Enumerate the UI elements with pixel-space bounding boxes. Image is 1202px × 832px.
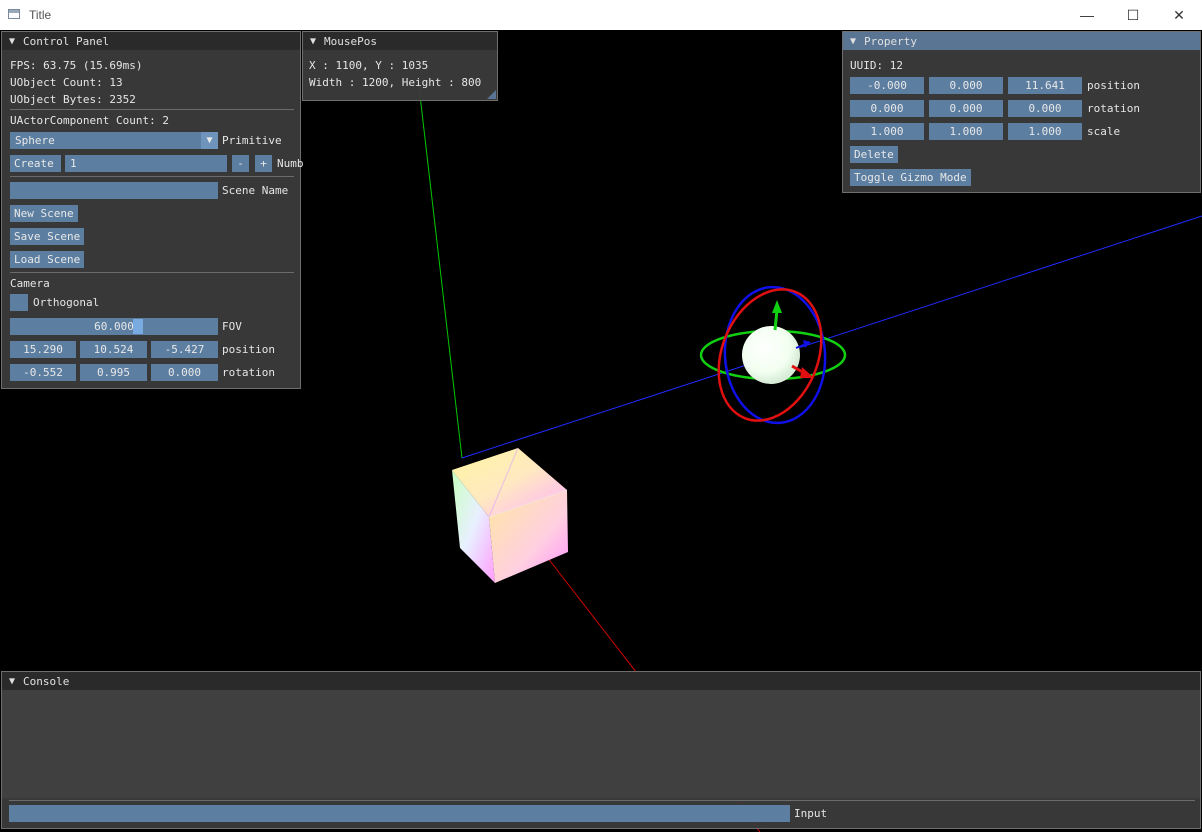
console-title: Console — [23, 674, 70, 688]
property-panel-header[interactable]: ▼ Property — [843, 32, 1200, 50]
chevron-down-icon[interactable]: ▼ — [201, 132, 218, 149]
fov-slider[interactable]: 60.000 — [10, 318, 218, 335]
fov-slider-handle[interactable] — [133, 319, 143, 334]
load-scene-button[interactable]: Load Scene — [10, 251, 85, 268]
resize-grip-icon[interactable] — [487, 90, 496, 99]
mousepos-title: MousePos — [324, 34, 378, 48]
number-input[interactable]: 1 — [65, 155, 227, 172]
camera-position-x[interactable]: 15.290 — [10, 341, 76, 358]
orthogonal-checkbox[interactable] — [10, 294, 28, 311]
primitive-select-value: Sphere — [15, 134, 55, 147]
camera-rotation-z[interactable]: 0.000 — [151, 364, 218, 381]
close-button[interactable]: ✕ — [1156, 0, 1202, 30]
uactor-component-count-text: UActorComponent Count: 2 — [10, 114, 169, 127]
scene-name-input[interactable] — [10, 182, 218, 199]
property-position-x[interactable]: -0.000 — [850, 77, 924, 94]
create-button[interactable]: Create — [10, 155, 61, 172]
property-rotation-y[interactable]: 0.000 — [929, 100, 1003, 117]
mouse-coords-text: X : 1100, Y : 1035 — [309, 59, 429, 72]
property-position-label: position — [1087, 79, 1140, 92]
primitive-select[interactable]: Sphere ▼ — [10, 132, 218, 149]
save-scene-button[interactable]: Save Scene — [10, 228, 85, 245]
control-panel-header[interactable]: ▼ Control Panel — [2, 32, 300, 50]
uuid-text: UUID: 12 — [850, 59, 903, 72]
control-panel: ▼ Control Panel FPS: 63.75 (15.69ms) UOb… — [1, 31, 304, 389]
viewport-size-text: Width : 1200, Height : 800 — [309, 76, 482, 89]
property-position-y[interactable]: 0.000 — [929, 77, 1003, 94]
sphere-mesh — [742, 326, 800, 384]
minimize-button[interactable]: — — [1064, 0, 1110, 30]
property-scale-x[interactable]: 1.000 — [850, 123, 924, 140]
app-icon — [8, 9, 20, 19]
camera-position-z[interactable]: -5.427 — [151, 341, 218, 358]
collapse-triangle-icon[interactable]: ▼ — [310, 36, 316, 47]
mousepos-panel: ▼ MousePos X : 1100, Y : 1035 Width : 12… — [302, 31, 498, 101]
control-panel-title: Control Panel — [23, 34, 110, 48]
z-axis-line — [461, 215, 1202, 459]
y-axis-line — [417, 77, 463, 459]
console-panel-header[interactable]: ▼ Console — [2, 672, 1200, 690]
collapse-triangle-icon[interactable]: ▼ — [850, 36, 856, 47]
property-scale-y[interactable]: 1.000 — [929, 123, 1003, 140]
separator — [10, 109, 294, 110]
window-title: Title — [29, 8, 52, 22]
camera-rotation-label: rotation — [222, 366, 275, 379]
property-title: Property — [864, 34, 918, 48]
camera-header: Camera — [10, 277, 50, 290]
orthogonal-label: Orthogonal — [33, 296, 100, 309]
separator — [10, 176, 294, 177]
uobject-count-text: UObject Count: 13 — [10, 76, 123, 89]
collapse-triangle-icon[interactable]: ▼ — [9, 36, 15, 47]
property-rotation-z[interactable]: 0.000 — [1008, 100, 1082, 117]
mousepos-panel-header[interactable]: ▼ MousePos — [303, 32, 497, 50]
decrement-button[interactable]: - — [232, 155, 249, 172]
camera-rotation-x[interactable]: -0.552 — [10, 364, 76, 381]
increment-button[interactable]: + — [255, 155, 272, 172]
property-position-z[interactable]: 11.641 — [1008, 77, 1082, 94]
collapse-triangle-icon[interactable]: ▼ — [9, 676, 15, 687]
property-scale-z[interactable]: 1.000 — [1008, 123, 1082, 140]
property-rotation-label: rotation — [1087, 102, 1140, 115]
console-input-label: Input — [794, 807, 828, 820]
number-label: Numb — [277, 157, 304, 170]
property-scale-label: scale — [1087, 125, 1121, 138]
console-log-area[interactable] — [2, 690, 1200, 798]
property-rotation-x[interactable]: 0.000 — [850, 100, 924, 117]
console-panel: ▼ Console Input — [1, 671, 1201, 829]
camera-position-label: position — [222, 343, 275, 356]
fov-value: 60.000 — [94, 320, 134, 333]
camera-rotation-y[interactable]: 0.995 — [80, 364, 147, 381]
property-panel: ▼ Property UUID: 12 -0.000 0.000 11.641 … — [842, 31, 1201, 193]
separator — [10, 272, 294, 273]
window-titlebar: Title — ☐ ✕ — [0, 0, 1202, 30]
maximize-button[interactable]: ☐ — [1110, 0, 1156, 30]
console-input[interactable] — [9, 805, 790, 822]
new-scene-button[interactable]: New Scene — [10, 205, 78, 222]
uobject-bytes-text: UObject Bytes: 2352 — [10, 93, 136, 106]
camera-position-y[interactable]: 10.524 — [80, 341, 147, 358]
scene-name-label: Scene Name — [222, 184, 289, 197]
delete-button[interactable]: Delete — [850, 146, 898, 163]
separator — [9, 800, 1195, 801]
primitive-label: Primitive — [222, 134, 282, 147]
toggle-gizmo-mode-button[interactable]: Toggle Gizmo Mode — [850, 169, 971, 186]
fps-text: FPS: 63.75 (15.69ms) — [10, 59, 143, 72]
fov-label: FOV — [222, 320, 242, 333]
